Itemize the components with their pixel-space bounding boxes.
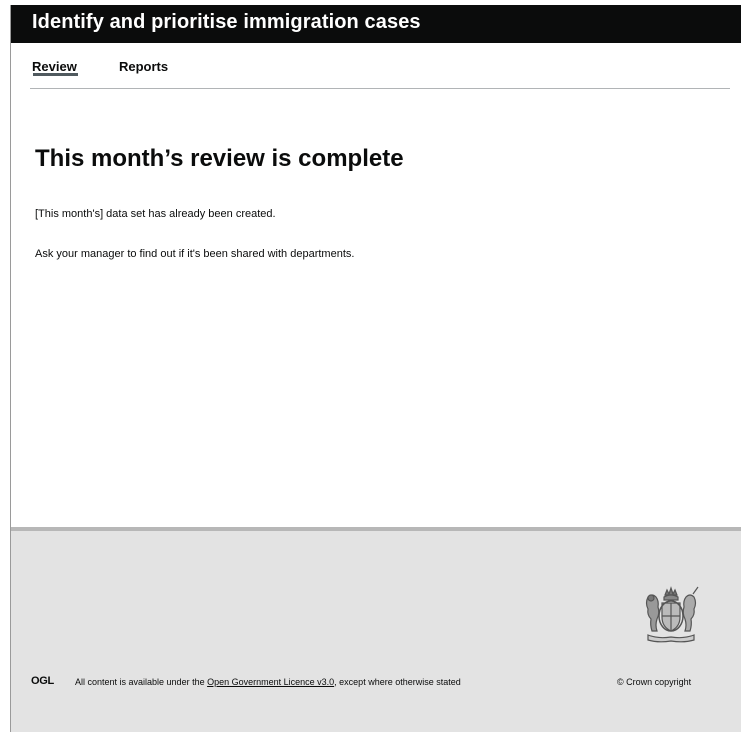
ask-manager-text: Ask your manager to find out if it's bee… [35, 248, 355, 260]
page-title: This month’s review is complete [35, 145, 404, 172]
tab-review-label: Review [32, 59, 77, 74]
dataset-created-text: [This month's] data set has already been… [35, 208, 276, 220]
tab-reports[interactable]: Reports [119, 59, 168, 74]
licence-suffix: , except where otherwise stated [334, 677, 461, 687]
tab-review[interactable]: Review [32, 59, 78, 76]
ogl-logo: OGL [31, 675, 54, 687]
page-frame: Identify and prioritise immigration case… [10, 5, 741, 732]
primary-navigation: Review Reports [30, 43, 730, 89]
licence-text: All content is available under the Open … [75, 677, 461, 687]
crown-copyright-link[interactable]: © Crown copyright [617, 677, 691, 687]
service-name[interactable]: Identify and prioritise immigration case… [32, 11, 421, 34]
royal-coat-of-arms-icon [645, 586, 699, 643]
active-tab-indicator [33, 73, 78, 76]
footer: OGL All content is available under the O… [11, 527, 741, 732]
tab-reports-label: Reports [119, 59, 169, 74]
service-header: Identify and prioritise immigration case… [11, 5, 741, 43]
licence-prefix: All content is available under the [75, 677, 208, 687]
licence-link[interactable]: Open Government Licence v3.0 [207, 677, 334, 687]
